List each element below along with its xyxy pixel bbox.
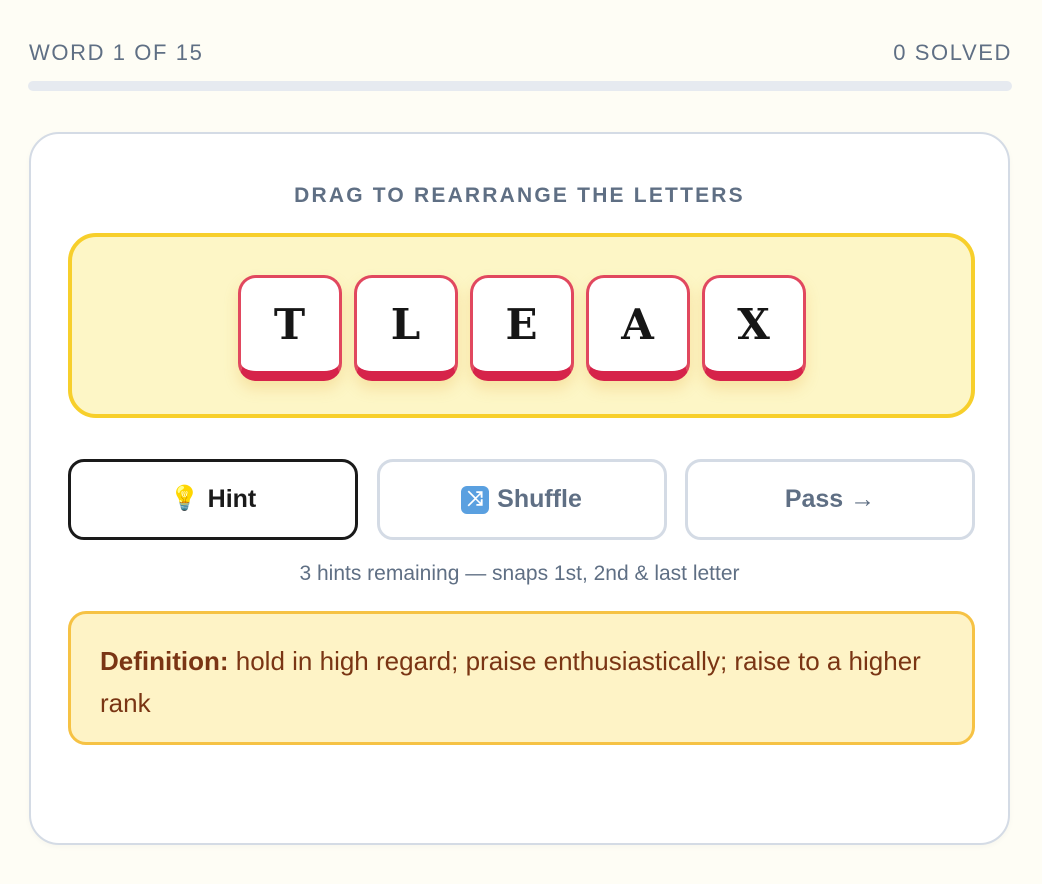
instruction-text: DRAG TO REARRANGE THE LETTERS: [294, 184, 745, 207]
solved-counter: 0 SOLVED: [893, 40, 1012, 65]
action-buttons: 💡 Hint ⤨ Shuffle Pass →: [68, 459, 975, 540]
puzzle-card: DRAG TO REARRANGE THE LETTERS T L E A X …: [29, 132, 1010, 845]
definition-label: Definition:: [100, 646, 229, 676]
definition-box: Definition: hold in high regard; praise …: [68, 611, 975, 745]
letter-tray: T L E A X: [68, 233, 975, 418]
progress-bar: [28, 81, 1012, 91]
letter-tile[interactable]: L: [353, 274, 458, 381]
letter-tile[interactable]: T: [237, 274, 342, 381]
shuffle-button-label: Shuffle: [497, 485, 582, 513]
letter-tile[interactable]: E: [469, 274, 574, 381]
hint-button[interactable]: 💡 Hint: [68, 459, 358, 540]
shuffle-icon: ⤨: [461, 485, 490, 514]
pass-button-label: Pass →: [784, 485, 876, 513]
hints-remaining-text: 3 hints remaining — snaps 1st, 2nd & las…: [299, 562, 740, 585]
letter-tile[interactable]: X: [701, 274, 806, 381]
hint-button-label: Hint: [207, 485, 257, 513]
word-counter: WORD 1 OF 15: [29, 40, 204, 65]
lightbulb-icon: 💡: [169, 485, 200, 512]
pass-button[interactable]: Pass →: [685, 459, 975, 540]
letter-tile[interactable]: A: [585, 274, 690, 381]
shuffle-button[interactable]: ⤨ Shuffle: [376, 459, 667, 540]
progress-header: WORD 1 OF 15 0 SOLVED: [29, 38, 1012, 68]
